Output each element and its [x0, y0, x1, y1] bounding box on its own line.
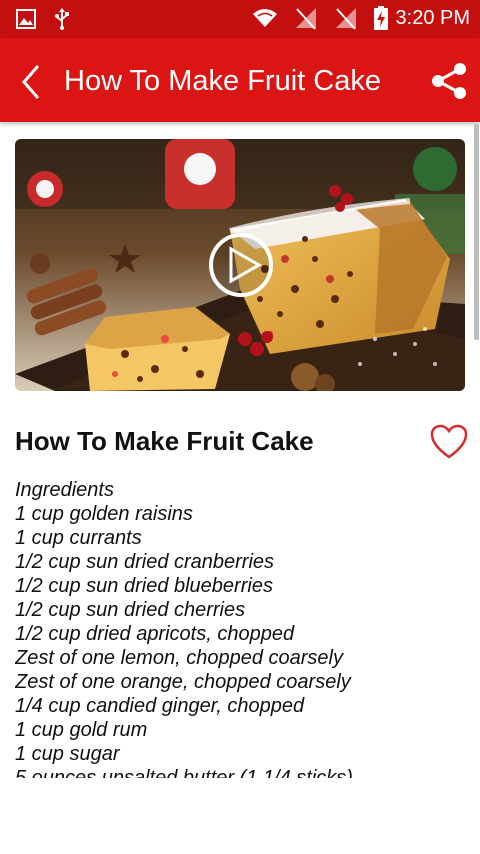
share-button[interactable]	[428, 60, 470, 102]
ingredient-line: 1/4 cup candied ginger, chopped	[15, 695, 305, 717]
app-bar-title: How To Make Fruit Cake	[64, 65, 381, 97]
ingredient-line: 1/2 cup sun dried cherries	[15, 599, 246, 621]
battery-charging-icon	[373, 6, 388, 30]
ingredient-line: 1/2 cup dried apricots, chopped	[15, 623, 295, 645]
back-button[interactable]	[12, 62, 52, 102]
share-icon	[432, 63, 466, 99]
ingredient-line: Zest of one lemon, chopped coarsely	[15, 647, 343, 669]
ingredient-line: 1 cup gold rum	[15, 719, 148, 741]
chevron-left-icon	[22, 65, 40, 99]
ingredients-heading: Ingredients	[15, 479, 114, 501]
ingredient-line: 1 cup sugar	[15, 743, 120, 765]
ingredient-line: 5 ounces unsalted butter (1 1/4 sticks)	[15, 767, 353, 778]
favorite-button[interactable]	[430, 424, 468, 460]
app-bar: How To Make Fruit Cake	[0, 38, 480, 122]
gallery-notification-icon	[16, 9, 36, 29]
no-signal-icon-2	[335, 8, 356, 30]
status-bar: 3:20 PM	[0, 0, 480, 38]
ingredient-line: 1/2 cup sun dried cranberries	[15, 551, 275, 573]
usb-icon	[55, 8, 69, 30]
ingredient-line: 1 cup currants	[15, 527, 142, 549]
ingredient-line: 1/2 cup sun dried blueberries	[15, 575, 273, 597]
fruit-cake-image	[15, 139, 465, 391]
status-time: 3:20 PM	[395, 6, 470, 29]
recipe-title: How To Make Fruit Cake	[15, 426, 314, 456]
no-signal-icon	[295, 8, 316, 30]
scrollbar[interactable]	[474, 124, 479, 340]
ingredient-line: Zest of one orange, chopped coarsely	[15, 671, 351, 693]
recipe-ingredients: Ingredients 1 cup golden raisins 1 cup c…	[15, 478, 465, 778]
video-thumbnail[interactable]	[15, 139, 465, 391]
ingredient-line: 1 cup golden raisins	[15, 503, 193, 525]
wifi-icon	[252, 9, 277, 27]
heart-icon	[430, 424, 468, 459]
